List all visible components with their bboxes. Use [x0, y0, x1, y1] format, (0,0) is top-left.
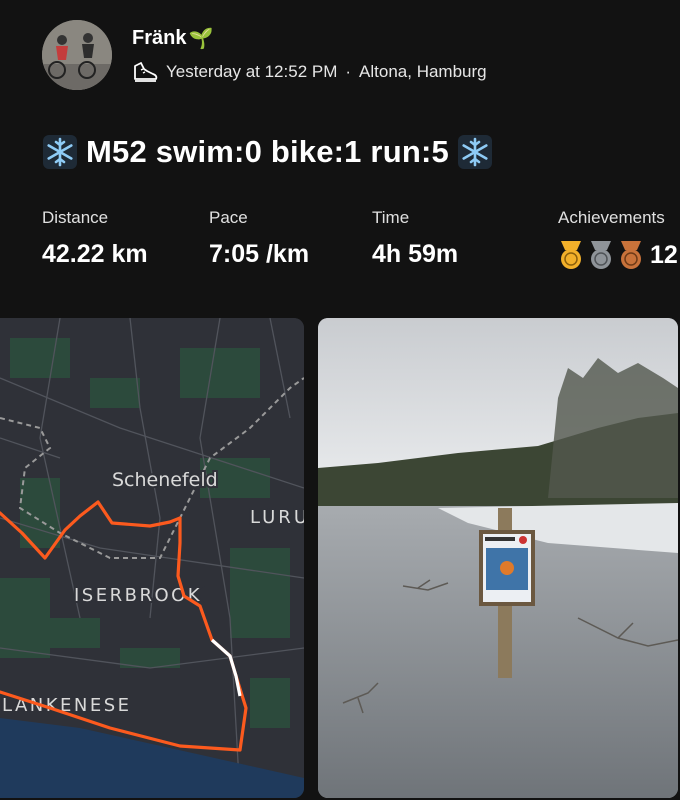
- stat-label: Achievements: [558, 208, 665, 227]
- activity-location: Altona, Hamburg: [359, 62, 487, 81]
- stat-value: 7:05 /km: [209, 240, 310, 268]
- map-label-schenefeld: Schenefeld: [112, 469, 218, 491]
- activity-stats: Distance 42.22 km Pace 7:05 /km Time 4h …: [42, 208, 680, 278]
- snowflake-icon: [457, 135, 492, 169]
- achievements-count: 12: [650, 240, 678, 269]
- sprout-icon: 🌱: [188, 28, 214, 50]
- achievements-row[interactable]: 12: [558, 240, 678, 270]
- athlete-name-text[interactable]: Fränk: [132, 27, 186, 50]
- bronze-medal-icon: [621, 241, 641, 269]
- snowflake-icon: [43, 135, 77, 169]
- stat-time: Time 4h 59m: [372, 208, 458, 269]
- stat-achievements[interactable]: Achievements 12: [558, 208, 678, 270]
- silver-medal-icon: [591, 241, 611, 269]
- activity-photo[interactable]: [318, 318, 678, 798]
- activity-timestamp: Yesterday at 12:52 PM: [166, 62, 338, 81]
- stat-label: Time: [372, 208, 410, 227]
- meta-separator: ·: [345, 62, 352, 81]
- stat-distance: Distance 42.22 km: [42, 208, 148, 269]
- route-map[interactable]: Schenefeld LURU ISERBROOK LANKENESE: [0, 318, 304, 798]
- stat-label: Pace: [209, 208, 248, 227]
- stat-label: Distance: [42, 208, 109, 227]
- gold-medal-icon: [561, 241, 581, 269]
- activity-title[interactable]: M52 swim:0 bike:1 run:5: [42, 134, 493, 170]
- activity-header: Fränk 🌱 Yesterday at 12:52 PM · Altona, …: [42, 20, 662, 92]
- stat-pace: Pace 7:05 /km: [209, 208, 309, 269]
- activity-meta: Yesterday at 12:52 PM · Altona, Hamburg: [132, 60, 487, 84]
- stat-value: 4h 59m: [372, 240, 459, 268]
- athlete-name[interactable]: Fränk 🌱: [132, 26, 213, 51]
- activity-title-text[interactable]: M52 swim:0 bike:1 run:5: [86, 134, 449, 170]
- running-shoe-icon: [134, 62, 158, 82]
- avatar[interactable]: [42, 20, 112, 90]
- map-label-lurup: LURU: [250, 507, 304, 528]
- stat-value: 42.22 km: [42, 240, 148, 268]
